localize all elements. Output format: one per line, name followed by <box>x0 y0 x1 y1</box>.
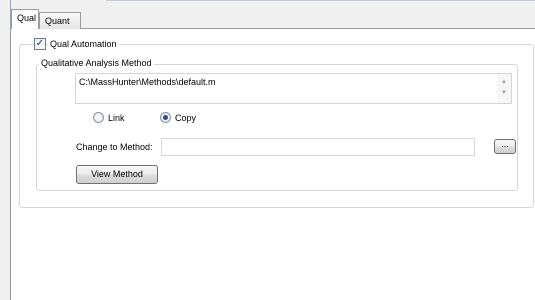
method-path-field[interactable]: C:\MassHunter\Methods\default.m ▲ ▼ <box>75 73 512 104</box>
scroll-down-icon[interactable]: ▼ <box>497 90 511 96</box>
view-method-button-label: View Method <box>91 169 143 179</box>
qual-automation-label: Qual Automation <box>48 38 119 50</box>
tab-qual[interactable]: Qual <box>11 9 39 29</box>
browse-button[interactable]: ... <box>494 139 516 154</box>
method-path-scrollbar[interactable]: ▲ ▼ <box>497 74 511 103</box>
tab-quant[interactable]: Quant <box>39 12 81 29</box>
copy-radio[interactable] <box>160 112 171 123</box>
tab-qual-label: Qual <box>17 13 37 23</box>
tab-strip: Qual Quant <box>0 0 535 29</box>
scroll-up-icon[interactable]: ▲ <box>497 79 511 85</box>
browse-button-label: ... <box>501 139 509 149</box>
change-to-method-label: Change to Method: <box>76 142 153 152</box>
link-radio-label: Link <box>108 113 125 123</box>
method-path-text: C:\MassHunter\Methods\default.m <box>79 77 216 87</box>
link-radio[interactable] <box>93 112 104 123</box>
checkmark-icon: ✓ <box>35 38 45 49</box>
change-to-method-input[interactable] <box>161 138 475 156</box>
copy-radio-label: Copy <box>175 113 197 123</box>
tab-quant-label: Quant <box>45 16 70 26</box>
view-method-button[interactable]: View Method <box>76 165 158 184</box>
qual-automation-checkbox[interactable]: ✓ <box>34 38 46 50</box>
qualitative-method-title: Qualitative Analysis Method <box>39 57 154 69</box>
